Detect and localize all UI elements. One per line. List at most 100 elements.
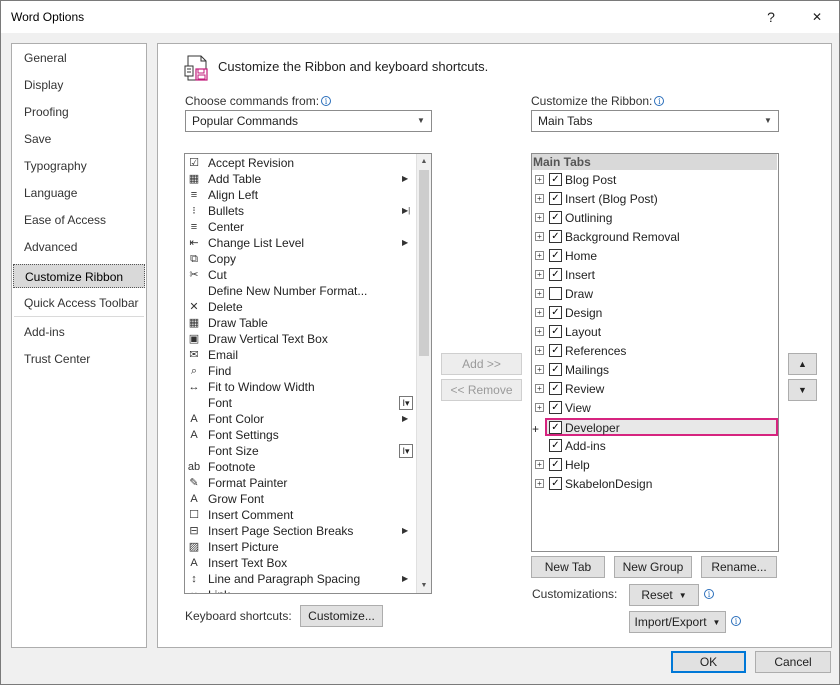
command-item[interactable]: ↔ Fit to Window Width (185, 379, 415, 395)
new-group-button[interactable]: New Group (614, 556, 692, 578)
nav-customize-ribbon[interactable]: Customize Ribbon (13, 264, 145, 288)
tree-item[interactable]: + ✓ Design (532, 304, 772, 322)
command-item[interactable]: ab Footnote (185, 459, 415, 475)
cancel-button[interactable]: Cancel (755, 651, 831, 673)
command-item[interactable]: ✎ Format Painter (185, 475, 415, 491)
info-icon[interactable]: i (321, 96, 332, 106)
command-item[interactable]: ∞ Link (185, 587, 415, 593)
command-item[interactable]: A Grow Font (185, 491, 415, 507)
command-item[interactable]: ▣ Draw Vertical Text Box (185, 331, 415, 347)
nav-language[interactable]: Language (13, 181, 145, 205)
expand-icon[interactable]: + (532, 422, 539, 436)
expand-icon[interactable]: + (535, 365, 544, 374)
customize-shortcuts-button[interactable]: Customize... (300, 605, 383, 627)
tree-item[interactable]: + ✓ Background Removal (532, 228, 772, 246)
tab-checkbox[interactable]: ✓ (549, 173, 562, 186)
expand-icon[interactable]: + (535, 232, 544, 241)
info-icon[interactable]: i (654, 96, 665, 106)
command-item[interactable]: ⊟ Insert Page Section Breaks ▶ (185, 523, 415, 539)
tab-checkbox[interactable]: ✓ (549, 268, 562, 281)
new-tab-button[interactable]: New Tab (531, 556, 605, 578)
expand-icon[interactable]: + (535, 270, 544, 279)
expand-icon[interactable]: + (535, 251, 544, 260)
command-item[interactable]: ⇤ Change List Level ▶ (185, 235, 415, 251)
expand-icon[interactable]: + (535, 403, 544, 412)
ribbon-tabs-tree[interactable]: Main Tabs + ✓ Blog Post + ✓ Insert (Blog Post… (531, 153, 779, 552)
tab-checkbox[interactable]: ✓ (549, 344, 562, 357)
command-item[interactable]: A Insert Text Box (185, 555, 415, 571)
command-item[interactable]: ✕ Delete (185, 299, 415, 315)
tab-checkbox[interactable]: ✓ (549, 458, 562, 471)
command-item[interactable]: Font Size I▾ (185, 443, 415, 459)
tree-item[interactable]: + ✓ Blog Post (532, 171, 772, 189)
tab-checkbox[interactable]: ✓ (549, 325, 562, 338)
tab-checkbox[interactable]: ✓ (549, 421, 562, 434)
commands-scrollbar[interactable]: ▲ ▼ (416, 154, 431, 593)
command-item[interactable]: ↕ Line and Paragraph Spacing ▶ (185, 571, 415, 587)
command-item[interactable]: Define New Number Format... (185, 283, 415, 299)
tree-item[interactable]: + ✓ Layout (532, 323, 772, 341)
command-item[interactable]: ☑ Accept Revision (185, 155, 415, 171)
command-item[interactable]: ≡ Center (185, 219, 415, 235)
tree-item[interactable]: + ✓ View (532, 399, 772, 417)
tab-checkbox[interactable]: ✓ (549, 477, 562, 490)
expand-icon[interactable]: + (535, 175, 544, 184)
info-icon[interactable]: i (731, 616, 741, 626)
tree-item[interactable]: + ✓ Review (532, 380, 772, 398)
command-item[interactable]: ☐ Insert Comment (185, 507, 415, 523)
command-item[interactable]: Font I▾ (185, 395, 415, 411)
tab-checkbox[interactable]: ✓ (549, 363, 562, 376)
tab-checkbox[interactable]: ✓ (549, 401, 562, 414)
customize-ribbon-dropdown[interactable]: Main Tabs ▼ (531, 110, 779, 132)
move-down-button[interactable]: ▼ (788, 379, 817, 401)
nav-add-ins[interactable]: Add-ins (13, 320, 145, 344)
expand-icon[interactable]: + (535, 460, 544, 469)
tab-checkbox[interactable] (549, 287, 562, 300)
tree-item[interactable]: + ✓ Outlining (532, 209, 772, 227)
command-item[interactable]: A Font Color ▶ (185, 411, 415, 427)
expand-icon[interactable]: + (535, 346, 544, 355)
command-item[interactable]: ▨ Insert Picture (185, 539, 415, 555)
expand-icon[interactable]: + (535, 194, 544, 203)
help-button[interactable]: ? (761, 5, 781, 29)
tree-item[interactable]: + ✓ Insert (Blog Post) (532, 190, 772, 208)
tree-item[interactable]: + ✓ Insert (532, 266, 772, 284)
tab-checkbox[interactable]: ✓ (549, 230, 562, 243)
tree-item[interactable]: + ✓ Home (532, 247, 772, 265)
command-item[interactable]: ⧉ Copy (185, 251, 415, 267)
tab-checkbox[interactable]: ✓ (549, 439, 562, 452)
close-button[interactable]: ✕ (804, 5, 830, 29)
nav-advanced[interactable]: Advanced (13, 235, 145, 259)
tree-item[interactable]: + ✓ Mailings (532, 361, 772, 379)
expand-icon[interactable]: + (535, 384, 544, 393)
move-up-button[interactable]: ▲ (788, 353, 817, 375)
tree-item[interactable]: ✓ Developer (545, 418, 778, 436)
nav-save[interactable]: Save (13, 127, 145, 151)
ok-button[interactable]: OK (671, 651, 746, 673)
command-item[interactable]: ▦ Add Table ▶ (185, 171, 415, 187)
scroll-thumb[interactable] (419, 170, 429, 356)
scroll-up-icon[interactable]: ▲ (417, 154, 431, 169)
tree-item[interactable]: + Draw (532, 285, 772, 303)
expand-icon[interactable]: + (535, 479, 544, 488)
tab-checkbox[interactable]: ✓ (549, 382, 562, 395)
tab-checkbox[interactable]: ✓ (549, 192, 562, 205)
scroll-down-icon[interactable]: ▼ (417, 578, 431, 593)
tree-item[interactable]: ✓ Add-ins (532, 437, 772, 455)
nav-display[interactable]: Display (13, 73, 145, 97)
nav-typography[interactable]: Typography (13, 154, 145, 178)
choose-commands-dropdown[interactable]: Popular Commands ▼ (185, 110, 432, 132)
command-item[interactable]: ⌕ Find (185, 363, 415, 379)
nav-ease-of-access[interactable]: Ease of Access (13, 208, 145, 232)
add-button[interactable]: Add >> (441, 353, 522, 375)
reset-dropdown-button[interactable]: Reset ▼ (629, 584, 699, 606)
tree-item[interactable]: + ✓ References (532, 342, 772, 360)
tab-checkbox[interactable]: ✓ (549, 306, 562, 319)
info-icon[interactable]: i (704, 589, 714, 599)
expand-icon[interactable]: + (535, 327, 544, 336)
tab-checkbox[interactable]: ✓ (549, 211, 562, 224)
commands-list[interactable]: ∞ Link ↕ Line and Paragraph Spacing ▶ A Insert… (184, 153, 432, 594)
expand-icon[interactable]: + (535, 213, 544, 222)
tree-item[interactable]: + ✓ Help (532, 456, 772, 474)
command-item[interactable]: ⁝ Bullets ▶| (185, 203, 415, 219)
